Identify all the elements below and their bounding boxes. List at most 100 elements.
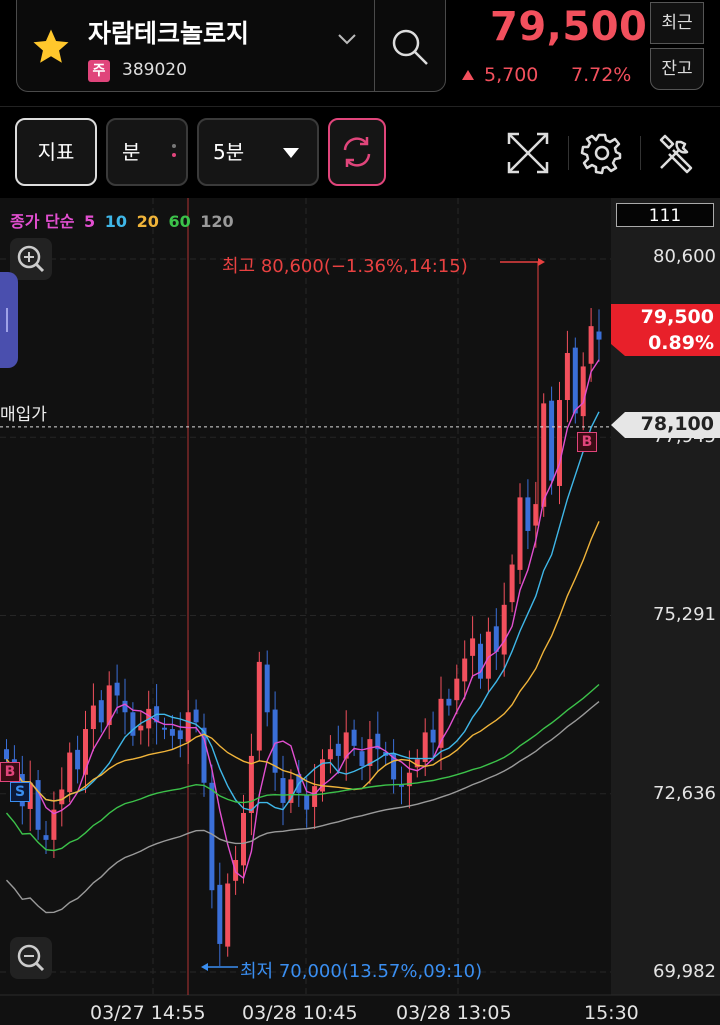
refresh-icon	[343, 137, 371, 167]
candle-body	[422, 732, 428, 762]
ma-line-20	[5, 521, 600, 802]
candle-body	[67, 752, 73, 793]
ma-line-10	[5, 411, 600, 812]
candle-body	[564, 353, 570, 401]
more-dots-icon	[172, 144, 176, 160]
buy-price-label: 매입가	[0, 405, 47, 425]
candle-body	[4, 749, 9, 760]
candle-body	[493, 626, 499, 652]
stock-name[interactable]: 자람테크놀로지	[88, 14, 249, 50]
candle-body	[138, 725, 144, 731]
refresh-button[interactable]	[328, 118, 386, 186]
current-price-tag-value: 79,500	[640, 306, 714, 328]
ma-5: 5	[84, 212, 96, 231]
indicator-button[interactable]: 지표	[15, 118, 97, 186]
candle-body	[312, 786, 318, 807]
chevron-down-icon[interactable]	[336, 32, 358, 46]
gear-icon[interactable]	[577, 128, 627, 178]
zoom-out-button[interactable]	[10, 937, 52, 979]
candle-body	[122, 700, 128, 713]
x-tick-label: 15:30	[584, 1002, 639, 1024]
candle-body	[501, 604, 507, 655]
caret-down-icon	[283, 148, 299, 158]
candle-body	[351, 729, 357, 746]
candle-body	[280, 778, 286, 803]
candle-body	[217, 884, 223, 944]
candle-body	[335, 743, 341, 756]
current-price-tag: 79,500 0.89%	[611, 304, 720, 356]
change-percent: 7.72%	[571, 64, 632, 86]
candle-body	[304, 795, 310, 810]
fullscreen-icon[interactable]	[503, 128, 553, 178]
header-divider	[0, 106, 720, 107]
candle-count[interactable]: 111	[616, 203, 714, 227]
candle-body	[588, 326, 594, 364]
search-icon[interactable]	[388, 25, 432, 69]
market-badge: 주	[88, 60, 110, 82]
zoom-out-icon	[17, 944, 45, 972]
candle-body	[75, 749, 81, 770]
candle-body	[90, 705, 96, 730]
interval-select[interactable]: 5분	[197, 118, 319, 186]
candle-body	[430, 729, 436, 743]
zoom-in-icon	[17, 245, 45, 273]
candle-body	[177, 730, 183, 740]
zoom-in-button[interactable]	[10, 238, 52, 280]
candle-body	[83, 729, 88, 775]
toolbar-divider	[568, 136, 569, 170]
side-panel-handle[interactable]	[0, 272, 18, 368]
ma-line-120	[5, 701, 600, 914]
ma-20: 20	[136, 212, 159, 231]
candle-body	[549, 400, 555, 481]
x-tick-label: 03/28 13:05	[396, 1002, 512, 1024]
y-tick-label: 80,600	[653, 246, 716, 267]
stock-code: 389020	[122, 60, 187, 80]
candle-body	[264, 664, 270, 713]
box-divider	[374, 0, 375, 91]
current-price-tag-pct: 0.89%	[648, 332, 714, 354]
star-icon[interactable]	[30, 26, 72, 68]
current-price: 79,500	[490, 4, 648, 50]
y-tick-label: 69,982	[653, 961, 716, 982]
candle-body	[241, 812, 246, 866]
x-tick-label: 03/27 14:55	[90, 1002, 206, 1024]
candle-body	[98, 700, 104, 723]
candle-body	[572, 347, 578, 414]
buy-marker[interactable]: B	[0, 762, 20, 782]
candle-body	[327, 749, 333, 760]
candle-body	[256, 661, 262, 751]
change-value: 5,700	[484, 64, 539, 86]
candle-body	[541, 403, 547, 507]
ma-legend[interactable]: 종가 단순 5 10 20 60 120	[10, 208, 238, 232]
candle-body	[596, 331, 602, 340]
candle-body	[580, 366, 586, 417]
low-annotation: 최저 70,000(13.57%,09:10)	[240, 961, 483, 982]
ma-120: 120	[200, 212, 234, 231]
candle-body	[114, 682, 120, 696]
candle-body	[43, 835, 49, 840]
low-arrowhead	[201, 963, 208, 971]
candle-body	[193, 709, 199, 723]
ma-legend-title: 종가 단순	[10, 212, 75, 231]
candle-body	[470, 638, 476, 656]
candle-body	[454, 678, 460, 701]
candle-body	[35, 780, 41, 830]
buy-price-tag: 78,100	[611, 412, 720, 438]
balance-button[interactable]: 잔고	[650, 48, 704, 90]
minute-button-label: 분	[122, 140, 141, 164]
candle-body	[59, 789, 65, 805]
candle-body	[162, 727, 167, 730]
candle-body	[225, 883, 231, 947]
buy-price-value: 78,100	[640, 413, 714, 435]
candle-body	[446, 698, 452, 706]
ma-60: 60	[168, 212, 191, 231]
candle-body	[557, 400, 562, 486]
sell-marker[interactable]: S	[10, 782, 30, 802]
candle-body	[525, 497, 531, 531]
buy-marker[interactable]: B	[577, 432, 597, 452]
recent-button[interactable]: 최근	[650, 2, 704, 44]
tools-icon[interactable]	[651, 128, 701, 178]
interval-select-value: 5분	[213, 140, 245, 164]
minute-button[interactable]: 분	[106, 118, 188, 186]
candle-body	[359, 751, 365, 766]
